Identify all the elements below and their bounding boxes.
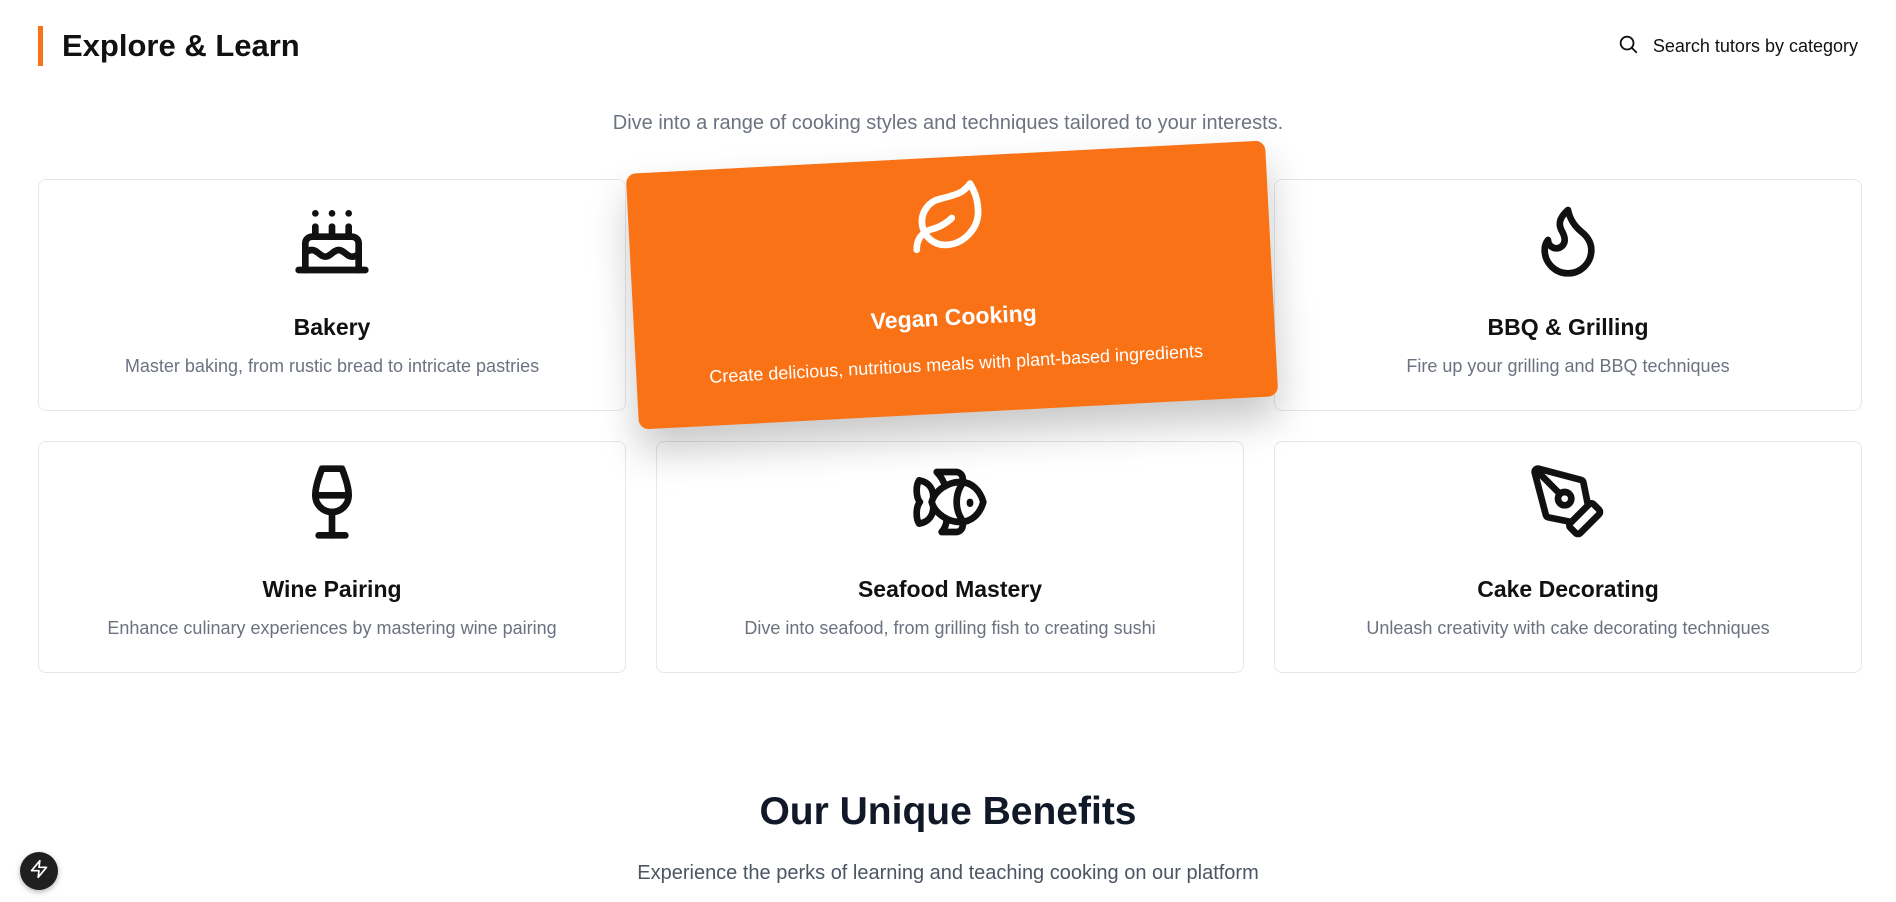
category-title: Wine Pairing <box>262 576 402 602</box>
category-description: Fire up your grilling and BBQ techniques <box>1406 356 1730 376</box>
header: Explore & Learn Search tutors by categor… <box>38 26 1858 66</box>
category-description: Unleash creativity with cake decorating … <box>1366 618 1770 638</box>
category-card-bbq-grilling[interactable]: BBQ & Grilling Fire up your grilling and… <box>1274 179 1862 411</box>
intro-text: Dive into a range of cooking styles and … <box>612 112 1284 134</box>
category-title: Bakery <box>293 314 371 340</box>
category-description: Dive into seafood, from grilling fish to… <box>744 618 1156 638</box>
category-card-cake-decorating[interactable]: Cake Decorating Unleash creativity with … <box>1274 441 1862 673</box>
page-title: Explore & Learn <box>62 28 300 63</box>
cake-icon <box>292 200 372 280</box>
category-card-seafood-mastery[interactable]: Seafood Mastery Dive into seafood, from … <box>656 441 1244 673</box>
search-tutors-button[interactable]: Search tutors by category <box>1617 34 1858 58</box>
category-card-bakery[interactable]: Bakery Master baking, from rustic bread … <box>38 179 626 411</box>
category-title: BBQ & Grilling <box>1487 314 1649 340</box>
wine-glass-icon <box>292 462 372 542</box>
search-label: Search tutors by category <box>1652 35 1858 56</box>
category-title: Seafood Mastery <box>857 576 1043 602</box>
flame-icon <box>1528 200 1608 280</box>
category-card-vegan-cooking[interactable]: Vegan Cooking Create delicious, nutritio… <box>625 140 1279 430</box>
lightning-button[interactable] <box>20 852 58 890</box>
benefits-title: Our Unique Benefits <box>759 790 1137 833</box>
benefits-subtitle: Experience the perks of learning and tea… <box>637 862 1259 884</box>
category-description: Master baking, from rustic bread to intr… <box>124 356 540 376</box>
category-title: Vegan Cooking <box>870 299 1038 335</box>
category-description: Enhance culinary experiences by masterin… <box>107 618 557 638</box>
search-icon <box>1617 33 1639 60</box>
pen-tool-icon <box>1528 462 1608 542</box>
lightning-icon <box>29 859 49 884</box>
category-title: Cake Decorating <box>1477 576 1659 602</box>
category-description: Create delicious, nutritious meals with … <box>708 340 1204 387</box>
fish-icon <box>910 462 990 542</box>
title-accent-bar <box>38 26 43 66</box>
category-card-wine-pairing[interactable]: Wine Pairing Enhance culinary experience… <box>38 441 626 673</box>
leaf-icon <box>906 176 990 260</box>
